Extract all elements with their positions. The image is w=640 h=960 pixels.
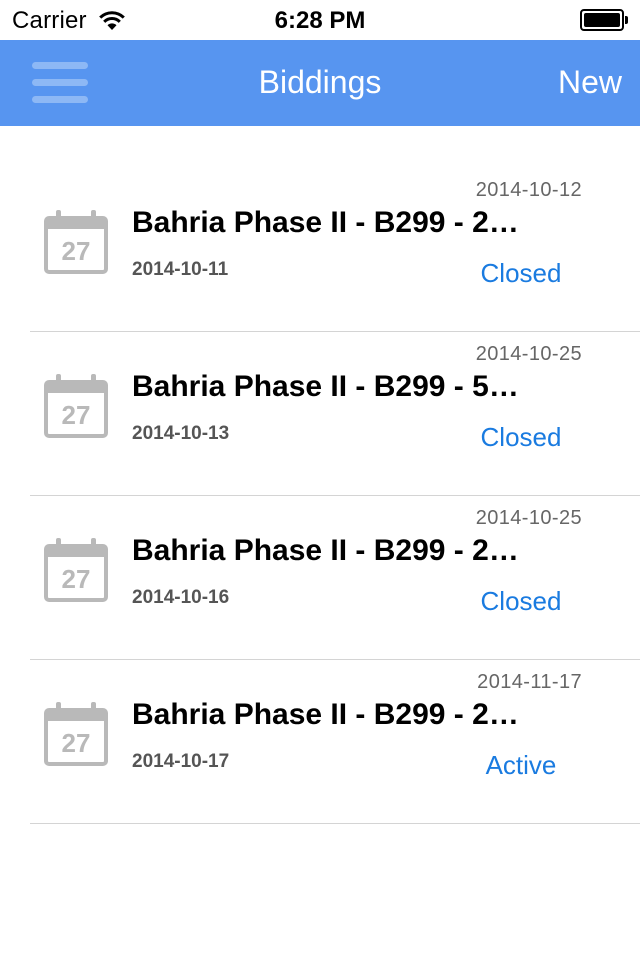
- svg-text:27: 27: [62, 236, 91, 266]
- new-bidding-button[interactable]: New: [558, 64, 622, 101]
- calendar-icon: 27: [44, 374, 108, 438]
- bidding-row[interactable]: 27 Bahria Phase II - B299 - 2… 2014-10-1…: [0, 168, 640, 332]
- bidding-row[interactable]: 27 Bahria Phase II - B299 - 2… 2014-10-1…: [0, 660, 640, 824]
- svg-text:27: 27: [62, 400, 91, 430]
- bidding-status: Closed: [480, 422, 562, 452]
- battery-icon: [580, 9, 628, 31]
- bidding-status: Active: [485, 750, 557, 780]
- bidding-start-date: 2014-10-16: [132, 587, 230, 608]
- status-time: 6:28 PM: [274, 7, 366, 34]
- calendar-icon: 27: [44, 210, 108, 274]
- bidding-status: Closed: [480, 258, 562, 288]
- bidding-end-date: 2014-10-25: [475, 343, 582, 365]
- navigation-bar: Biddings New: [0, 40, 640, 126]
- bidding-status: Closed: [480, 586, 562, 616]
- bidding-start-date: 2014-10-13: [132, 423, 230, 444]
- bidding-title: Bahria Phase II - B299 - 2…: [132, 206, 519, 239]
- biddings-list: 27 Bahria Phase II - B299 - 2… 2014-10-1…: [0, 168, 640, 824]
- bidding-row[interactable]: 27 Bahria Phase II - B299 - 5… 2014-10-1…: [0, 332, 640, 496]
- bidding-title: Bahria Phase II - B299 - 5…: [132, 370, 519, 403]
- bidding-start-date: 2014-10-11: [132, 259, 229, 280]
- svg-text:27: 27: [62, 728, 91, 758]
- calendar-icon: 27: [44, 538, 108, 602]
- calendar-icon: 27: [44, 702, 108, 766]
- bidding-title: Bahria Phase II - B299 - 2…: [132, 534, 519, 567]
- bidding-end-date: 2014-11-17: [477, 671, 582, 693]
- status-bar: Carrier 6:28 PM: [0, 0, 640, 40]
- row-divider: [30, 823, 640, 824]
- bidding-end-date: 2014-10-25: [475, 507, 582, 529]
- bidding-row[interactable]: 27 Bahria Phase II - B299 - 2… 2014-10-1…: [0, 496, 640, 660]
- bidding-end-date: 2014-10-12: [475, 179, 582, 201]
- bidding-title: Bahria Phase II - B299 - 2…: [132, 698, 519, 731]
- svg-text:27: 27: [62, 564, 91, 594]
- page-title: Biddings: [258, 64, 382, 100]
- bidding-start-date: 2014-10-17: [132, 751, 230, 772]
